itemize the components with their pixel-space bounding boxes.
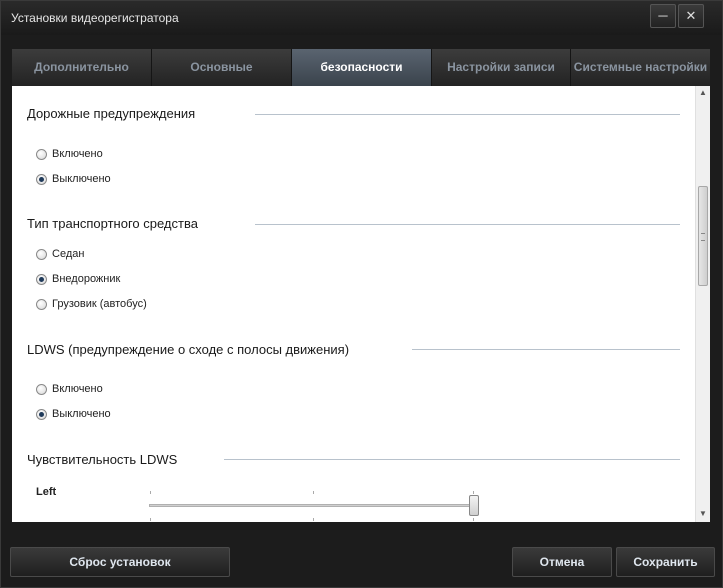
slider-tick [313, 491, 314, 494]
radio-vehicle-sedan[interactable]: Седан [36, 248, 84, 260]
section-title-road-warnings: Дорожные предупреждения [27, 106, 196, 121]
cancel-button[interactable]: Отмена [512, 547, 612, 577]
radio-icon [36, 298, 47, 310]
radio-label: Включено [52, 148, 103, 160]
settings-panel: Дорожные предупреждения Включено Выключе… [12, 86, 710, 522]
slider-tick [313, 518, 314, 521]
ldws-sensitivity-slider-track[interactable] [149, 504, 474, 507]
radio-selected-icon [36, 273, 47, 285]
section-divider [224, 459, 680, 460]
radio-vehicle-suv[interactable]: Внедорожник [36, 273, 120, 285]
close-icon: ✕ [685, 8, 697, 23]
radio-road-warnings-on[interactable]: Включено [36, 148, 103, 160]
reset-settings-button[interactable]: Сброс установок [10, 547, 230, 577]
vertical-scrollbar[interactable]: ▲ ▼ [695, 86, 710, 522]
radio-label: Грузовик (автобус) [52, 298, 147, 310]
section-title-ldws: LDWS (предупреждение о сходе с полосы дв… [27, 342, 350, 357]
ldws-sensitivity-slider-thumb[interactable] [469, 495, 479, 516]
slider-tick [473, 518, 474, 521]
radio-vehicle-truck[interactable]: Грузовик (автобус) [36, 298, 147, 310]
scroll-up-icon[interactable]: ▲ [696, 86, 710, 100]
scrollbar-thumb[interactable] [698, 186, 708, 286]
close-button[interactable]: ✕ [678, 4, 704, 28]
radio-label: Седан [52, 248, 85, 260]
tab-basic[interactable]: Основные [152, 49, 292, 86]
slider-tick [473, 491, 474, 494]
radio-icon [36, 383, 47, 395]
section-title-vehicle-type: Тип транспортного средства [27, 216, 198, 231]
radio-selected-icon [36, 173, 47, 185]
title-bar: Установки видеорегистратора ─ ✕ [1, 1, 722, 35]
section-divider [255, 114, 680, 115]
radio-label: Выключено [52, 408, 111, 420]
scroll-down-icon[interactable]: ▼ [696, 507, 710, 521]
tab-bar: Дополнительно Основные безопасности Наст… [12, 49, 710, 86]
radio-label: Включено [52, 383, 103, 395]
radio-ldws-on[interactable]: Включено [36, 383, 103, 395]
radio-selected-icon [36, 408, 47, 420]
slider-tick [150, 518, 151, 521]
section-divider [255, 224, 680, 225]
section-divider [412, 349, 680, 350]
tab-additional[interactable]: Дополнительно [12, 49, 152, 86]
minimize-button[interactable]: ─ [650, 4, 676, 28]
radio-road-warnings-off[interactable]: Выключено [36, 173, 111, 185]
radio-ldws-off[interactable]: Выключено [36, 408, 111, 420]
section-title-ldws-sensitivity: Чувствительность LDWS [27, 452, 178, 467]
radio-icon [36, 148, 47, 160]
radio-label: Выключено [52, 173, 111, 185]
tab-safety[interactable]: безопасности [292, 49, 432, 86]
tab-recording-settings[interactable]: Настройки записи [432, 49, 571, 86]
radio-label: Внедорожник [52, 273, 121, 285]
window-title: Установки видеорегистратора [11, 11, 179, 25]
radio-icon [36, 248, 47, 260]
minimize-icon: ─ [658, 8, 668, 23]
tab-system-settings[interactable]: Системные настройки [571, 49, 710, 86]
slider-label: Left [36, 486, 57, 498]
slider-tick [150, 491, 151, 494]
settings-window: Установки видеорегистратора ─ ✕ Дополнит… [0, 0, 723, 588]
save-button[interactable]: Сохранить [616, 547, 715, 577]
